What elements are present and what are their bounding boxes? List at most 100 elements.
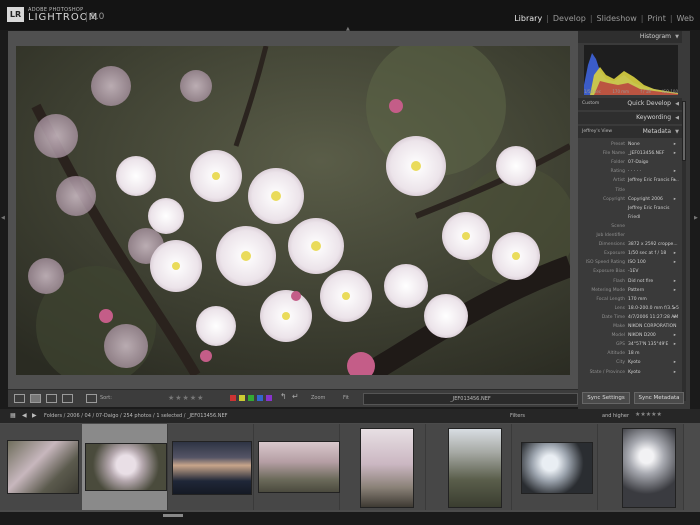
right-panel-scrollbar[interactable] xyxy=(682,101,686,401)
filmstrip-scrollbar[interactable] xyxy=(0,512,700,525)
metadata-value[interactable]: Jeffrey Eric Francis Fr... xyxy=(628,178,679,183)
filters-toggle[interactable]: Filters xyxy=(510,413,525,419)
metadata-value[interactable]: 3872 x 2592 croppe... xyxy=(628,242,678,247)
metadata-key: File Name xyxy=(602,151,625,157)
right-panel: Histogram ▼ 1/50 sec 170 mm f / 18 ISO 1… xyxy=(578,31,690,409)
metadata-action-icon[interactable]: ▸ xyxy=(674,306,676,311)
metadata-value[interactable]: ISO 100 xyxy=(628,260,646,265)
label-blue-icon[interactable] xyxy=(257,395,263,401)
histogram-header[interactable]: Histogram ▼ xyxy=(578,31,682,43)
metadata-value[interactable]: · · · · · xyxy=(628,169,641,174)
label-red-icon[interactable] xyxy=(230,395,236,401)
label-green-icon[interactable] xyxy=(248,395,254,401)
metadata-action-icon[interactable]: ▸ xyxy=(674,251,676,256)
module-library[interactable]: Library xyxy=(514,14,542,23)
rating-filter-select[interactable]: and higher xyxy=(602,413,629,419)
metadata-action-icon[interactable]: ▸ xyxy=(674,360,676,365)
metadata-value[interactable]: NIKON CORPORATION xyxy=(628,324,676,329)
metadata-header[interactable]: Jeffrey's View Metadata ▼ xyxy=(578,126,682,138)
metadata-value[interactable]: NIKON D200 xyxy=(628,333,656,338)
film-thumb[interactable] xyxy=(254,424,340,510)
thumb-image xyxy=(172,441,252,495)
metadata-value[interactable]: Jeffrey Eric Francis xyxy=(628,206,669,211)
label-yellow-icon[interactable] xyxy=(239,395,245,401)
metadata-value[interactable]: Kyoto xyxy=(628,360,641,365)
film-thumb[interactable] xyxy=(512,424,598,510)
metadata-row: Artist Jeffrey Eric Francis Fr... ▸ xyxy=(578,178,682,186)
rotate-left-icon[interactable]: ↰ xyxy=(280,392,287,401)
metadata-view-select[interactable]: Jeffrey's View xyxy=(582,126,612,138)
film-thumb[interactable] xyxy=(340,424,426,510)
module-develop[interactable]: Develop xyxy=(553,14,586,23)
label-purple-icon[interactable] xyxy=(266,395,272,401)
metadata-key: Exposure xyxy=(604,251,625,257)
metadata-action-icon[interactable]: ▸ xyxy=(674,151,676,156)
right-panel-toggle-icon[interactable]: ▶ xyxy=(694,215,698,221)
main-photo[interactable] xyxy=(16,46,570,375)
module-print[interactable]: Print xyxy=(647,14,665,23)
metadata-action-icon[interactable]: ▸ xyxy=(674,370,676,375)
keywording-header[interactable]: Keywording ◀ xyxy=(578,112,682,124)
sync-metadata-button[interactable]: Sync Metadata xyxy=(634,392,684,404)
metadata-value[interactable]: Kyoto xyxy=(628,370,641,375)
metadata-action-icon[interactable]: ▸ xyxy=(674,142,676,147)
top-bar: LR ADOBE PHOTOSHOP LIGHTROOM 1.0 Library… xyxy=(0,0,700,30)
metadata-value[interactable]: 4/7/2006 11:27:28 AM xyxy=(628,315,678,320)
metadata-action-icon[interactable]: ▸ xyxy=(674,279,676,284)
metadata-value[interactable]: Did not fire xyxy=(628,279,653,284)
metadata-action-icon[interactable]: ▸ xyxy=(674,178,676,183)
metadata-action-icon[interactable]: ▸ xyxy=(674,260,676,265)
film-thumb-selected[interactable] xyxy=(82,424,168,510)
expand-icon[interactable]: ◀ xyxy=(675,98,679,110)
expand-icon[interactable]: ◀ xyxy=(675,112,679,124)
metadata-value[interactable]: Copyright 2006 xyxy=(628,197,663,202)
metadata-action-icon[interactable]: ▸ xyxy=(674,342,676,347)
left-panel-toggle-icon[interactable]: ◀ xyxy=(1,215,5,221)
forward-arrow-icon[interactable]: ▶ xyxy=(32,412,37,419)
metadata-action-icon[interactable]: ▸ xyxy=(674,315,676,320)
metadata-value[interactable]: Pattern xyxy=(628,288,644,293)
metadata-row: City Kyoto ▸ xyxy=(578,360,682,368)
painter-icon[interactable] xyxy=(86,394,97,403)
filename-field[interactable]: _JEF013456.NEF xyxy=(363,393,578,405)
grid-view-icon[interactable] xyxy=(14,394,25,403)
metadata-value[interactable]: -1EV xyxy=(628,269,638,274)
metadata-value[interactable]: 07-Daigo xyxy=(628,160,648,165)
custom-preset-select[interactable]: Custom xyxy=(582,98,599,110)
compare-view-icon[interactable] xyxy=(46,394,57,403)
film-thumb[interactable] xyxy=(426,424,512,510)
metadata-row: Folder 07-Daigo xyxy=(578,160,682,168)
collapse-icon[interactable]: ▼ xyxy=(675,31,679,43)
lightroom-logo: LR xyxy=(7,7,24,22)
metadata-value[interactable]: 34°57'N 135°49'E xyxy=(628,342,668,347)
metadata-action-icon[interactable]: ▸ xyxy=(674,169,676,174)
filter-stars[interactable]: ★★★★★ xyxy=(635,411,662,418)
metadata-value[interactable]: 170 mm xyxy=(628,297,647,302)
rating-stars[interactable]: ★★★★★ xyxy=(168,394,204,402)
metadata-value[interactable]: Friedl xyxy=(628,215,640,220)
metadata-value[interactable]: None xyxy=(628,142,640,147)
sync-settings-button[interactable]: Sync Settings xyxy=(582,392,630,404)
module-web[interactable]: Web xyxy=(677,14,694,23)
film-thumb[interactable] xyxy=(168,424,254,510)
collapse-icon[interactable]: ▼ xyxy=(675,126,679,138)
metadata-action-icon[interactable]: ▸ xyxy=(674,333,676,338)
metadata-row: Focal Length 170 mm xyxy=(578,297,682,305)
film-thumb[interactable] xyxy=(0,424,86,510)
filmstrip-path: Folders / 2006 / 04 / 07-Daigo / 254 pho… xyxy=(44,413,228,419)
survey-view-icon[interactable] xyxy=(62,394,73,403)
metadata-value[interactable]: 18 m xyxy=(628,351,640,356)
grid-mini-icon[interactable]: ▦ xyxy=(10,412,16,419)
module-slideshow[interactable]: Slideshow xyxy=(597,14,637,23)
metadata-value[interactable]: _JEF013456.NEF xyxy=(628,151,664,156)
metadata-value[interactable]: 18.0-200.0 mm f/3.5-5 xyxy=(628,306,679,311)
thumb-image xyxy=(622,428,676,508)
film-thumb[interactable] xyxy=(598,424,684,510)
back-arrow-icon[interactable]: ◀ xyxy=(22,412,27,419)
quick-develop-header[interactable]: Custom Quick Develop ◀ xyxy=(578,98,682,110)
metadata-value[interactable]: 1/50 sec at f / 18 xyxy=(628,251,666,256)
metadata-action-icon[interactable]: ▸ xyxy=(674,288,676,293)
metadata-action-icon[interactable]: ▸ xyxy=(674,197,676,202)
loupe-view-icon[interactable] xyxy=(30,394,41,403)
rotate-right-icon[interactable]: ↵ xyxy=(292,392,299,401)
